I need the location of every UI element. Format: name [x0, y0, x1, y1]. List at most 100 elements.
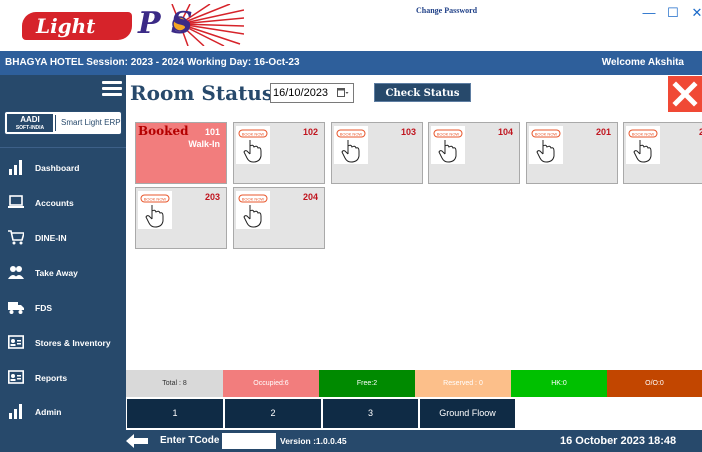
legend-total: Total : 8	[126, 370, 223, 397]
calendar-dropdown-icon[interactable]	[337, 87, 349, 99]
book-now-button[interactable]: BOOK NOW	[334, 126, 368, 164]
sidebar-item-admin[interactable]: Admin	[0, 395, 126, 429]
sidebar-item-label: Admin	[35, 407, 62, 417]
room-tile-203[interactable]: BOOK NOW 203	[135, 187, 227, 249]
book-now-button[interactable]: BOOK NOW	[236, 191, 270, 229]
legend-housekeeping: HK:0	[511, 370, 607, 397]
sidebar-item-label: DINE-IN	[35, 233, 67, 243]
date-picker[interactable]	[270, 83, 354, 103]
room-tile-101[interactable]: Booked 101 Walk-In	[135, 122, 227, 184]
sidebar-item-dashboard[interactable]: Dashboard	[0, 151, 126, 185]
room-tile-partial[interactable]: BOOK NOW 2	[623, 122, 702, 184]
room-tile-103[interactable]: BOOK NOW 103	[331, 122, 423, 184]
legend-out-of-order: O/O:0	[607, 370, 702, 397]
floor-selector: 1 2 3 Ground Floow	[126, 397, 702, 430]
brand-logo-top: AADI	[20, 115, 40, 124]
room-number: 104	[497, 127, 513, 137]
room-number: 203	[204, 192, 220, 202]
room-status-panel: Room Status Check Status Booked 101 Walk…	[126, 75, 702, 370]
room-tile-104[interactable]: BOOK NOW 104	[428, 122, 520, 184]
tcode-label: Enter TCode	[160, 435, 220, 446]
sidebar-item-label: Accounts	[35, 198, 74, 208]
book-now-button[interactable]: BOOK NOW	[431, 126, 465, 164]
book-now-hand-icon: BOOK NOW	[433, 129, 463, 163]
tcode-input[interactable]	[222, 433, 276, 449]
book-now-hand-icon: BOOK NOW	[336, 129, 366, 163]
window-close-button[interactable]: ✕	[684, 2, 702, 24]
brand-badge: AADI SOFT-INDIA Smart Light ERP	[4, 111, 122, 135]
people-icon	[8, 266, 24, 279]
report-icon	[8, 370, 24, 384]
id-card-icon	[8, 335, 24, 349]
sidebar-item-label: Stores & Inventory	[35, 338, 111, 348]
room-booking-type: Walk-In	[188, 139, 220, 149]
sidebar-item-label: Dashboard	[35, 163, 80, 173]
room-tile-201[interactable]: BOOK NOW 201	[526, 122, 618, 184]
brand-text: Smart Light ERP	[61, 118, 121, 127]
sidebar-item-dine-in[interactable]: DINE-IN	[0, 221, 126, 255]
truck-icon	[8, 302, 24, 314]
room-status-window: Light P S Change Password — ☐ ✕ BHAGYA H…	[0, 0, 702, 452]
book-now-hand-icon: BOOK NOW	[238, 194, 268, 228]
floor-button-3[interactable]: 3	[323, 399, 419, 428]
floor-button-ground[interactable]: Ground Floow	[420, 399, 516, 428]
room-tile-204[interactable]: BOOK NOW 204	[233, 187, 325, 249]
room-number: 201	[595, 127, 611, 137]
book-now-hand-icon: BOOK NOW	[531, 129, 561, 163]
current-time: 18:48	[648, 435, 677, 447]
close-panel-button[interactable]	[668, 76, 702, 112]
status-bar: Enter TCode Version :1.0.0.45 16 October…	[0, 430, 702, 452]
bar-chart-icon	[9, 404, 22, 419]
book-now-hand-icon: BOOK NOW	[140, 194, 170, 228]
book-now-label: BOOK NOW	[535, 132, 558, 137]
book-now-label: BOOK NOW	[144, 197, 167, 202]
minimize-button[interactable]: —	[636, 2, 662, 24]
back-arrow-icon[interactable]	[126, 434, 148, 448]
title-bar: Light P S Change Password — ☐ ✕	[0, 0, 702, 50]
legend-free: Free:2	[319, 370, 415, 397]
brand-divider	[55, 115, 56, 131]
book-now-button[interactable]: BOOK NOW	[236, 126, 270, 164]
status-legend: Total : 8 Occupied:6 Free:2 Reserved : 0…	[126, 370, 702, 397]
book-now-hand-icon: BOOK NOW	[628, 129, 658, 163]
floor-button-1[interactable]: 1	[127, 399, 224, 428]
laptop-icon	[8, 195, 24, 208]
book-now-button[interactable]: BOOK NOW	[138, 191, 172, 229]
brand-logo-bottom: SOFT-INDIA	[15, 125, 45, 131]
maximize-button[interactable]: ☐	[660, 2, 686, 24]
hamburger-menu-icon[interactable]	[102, 81, 122, 97]
light-pos-logo: Light P S	[14, 4, 244, 46]
sidebar-item-label: Take Away	[35, 268, 78, 278]
aadi-logo: AADI SOFT-INDIA	[7, 114, 53, 132]
session-info-bar: BHAGYA HOTEL Session: 2023 - 2024 Workin…	[0, 51, 702, 75]
bar-chart-icon	[9, 160, 22, 175]
book-now-button[interactable]: BOOK NOW	[626, 126, 660, 164]
page-title: Room Status	[130, 81, 274, 105]
sidebar-item-stores-inventory[interactable]: Stores & Inventory	[0, 326, 126, 360]
floor-button-2[interactable]: 2	[225, 399, 322, 428]
room-tile-102[interactable]: BOOK NOW 102	[233, 122, 325, 184]
cart-icon	[8, 230, 24, 245]
room-number: 103	[400, 127, 416, 137]
book-now-label: BOOK NOW	[242, 132, 265, 137]
date-input[interactable]	[273, 84, 337, 102]
check-status-button[interactable]: Check Status	[374, 83, 471, 102]
sidebar-item-reports[interactable]: Reports	[0, 361, 126, 395]
book-now-label: BOOK NOW	[437, 132, 460, 137]
sidebar: AADI SOFT-INDIA Smart Light ERP Dashboar…	[0, 75, 126, 430]
book-now-label: BOOK NOW	[632, 132, 655, 137]
room-number: 101	[204, 127, 220, 137]
change-password-link[interactable]: Change Password	[416, 6, 477, 15]
room-status: Booked	[138, 124, 189, 138]
sidebar-item-accounts[interactable]: Accounts	[0, 186, 126, 220]
book-now-button[interactable]: BOOK NOW	[529, 126, 563, 164]
logo-pos-text: P S	[138, 6, 193, 41]
legend-reserved: Reserved : 0	[415, 370, 511, 397]
sidebar-item-fds[interactable]: FDS	[0, 291, 126, 325]
session-text: BHAGYA HOTEL Session: 2023 - 2024 Workin…	[5, 57, 300, 68]
logo-light-text: Light	[22, 12, 132, 40]
welcome-text: Welcome Akshita	[601, 57, 684, 68]
sidebar-item-take-away[interactable]: Take Away	[0, 256, 126, 290]
legend-occupied: Occupied:6	[223, 370, 319, 397]
sidebar-divider	[0, 147, 126, 148]
